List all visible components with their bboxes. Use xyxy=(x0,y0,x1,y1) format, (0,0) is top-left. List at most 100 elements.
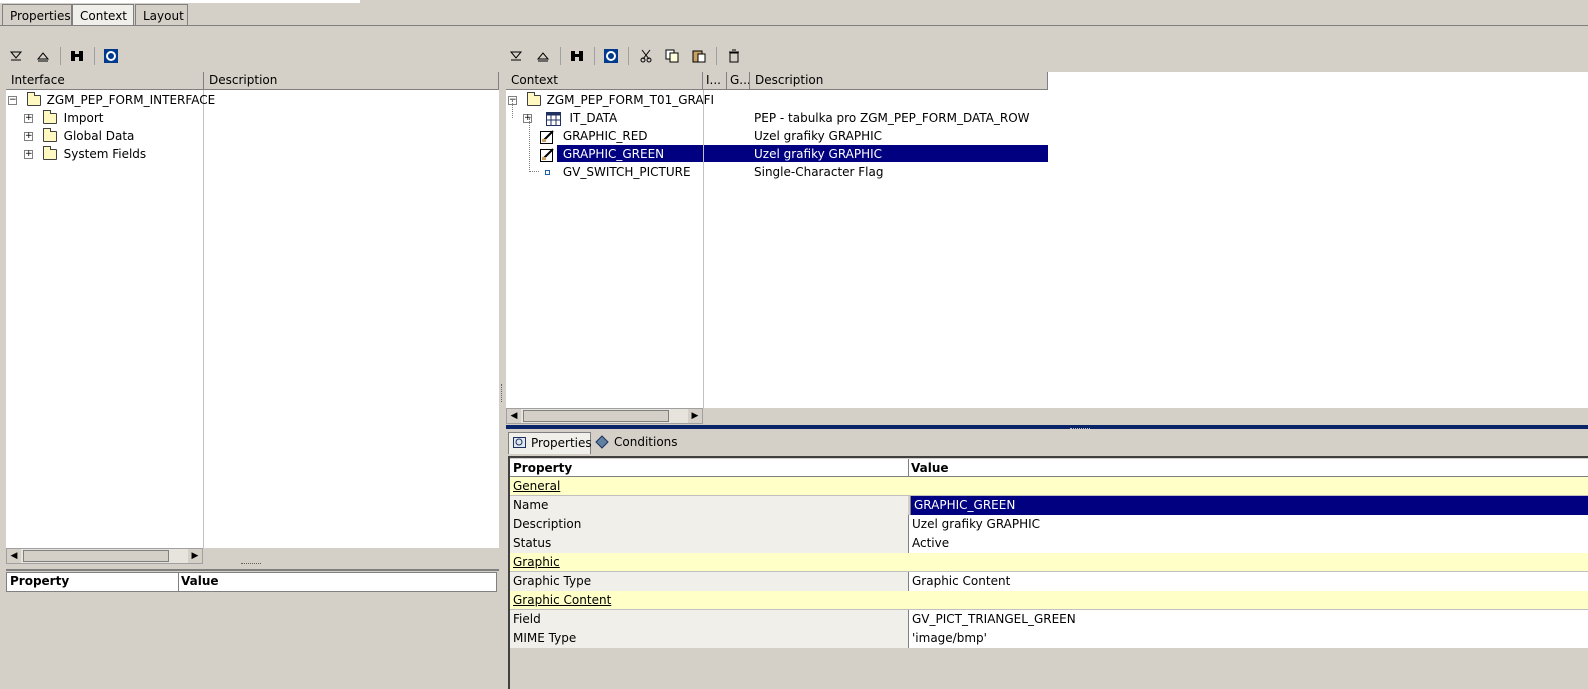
column-header-g[interactable]: G... xyxy=(727,72,750,90)
node-description: Single-Character Flag xyxy=(754,165,884,179)
column-header-property[interactable]: Property xyxy=(513,461,572,475)
context-node-gv-switch-picture[interactable]: GV_SWITCH_PICTURE xyxy=(540,163,691,181)
tab-properties[interactable]: Properties xyxy=(2,4,72,26)
paste-icon[interactable] xyxy=(689,46,709,66)
category-row-graphic-content[interactable]: Graphic Content xyxy=(510,591,1588,610)
property-value[interactable]: Active xyxy=(908,534,1588,553)
refresh-icon[interactable] xyxy=(601,46,621,66)
horizontal-scrollbar[interactable]: ◀ ▶ xyxy=(6,548,203,564)
scroll-right-icon[interactable]: ▶ xyxy=(188,549,202,563)
horizontal-splitter[interactable] xyxy=(506,425,1588,429)
scroll-thumb[interactable] xyxy=(23,550,169,562)
property-row-mime-type[interactable]: MIME Type 'image/bmp' xyxy=(510,629,1588,648)
tree-node-label: Import xyxy=(63,111,104,125)
column-header-context[interactable]: Context xyxy=(506,72,703,90)
toolbar-separator xyxy=(560,47,561,65)
column-header-description[interactable]: Description xyxy=(204,72,499,90)
find-icon[interactable] xyxy=(67,46,87,66)
scroll-left-icon[interactable]: ◀ xyxy=(507,409,521,423)
tree-line xyxy=(529,171,539,172)
graphic-icon xyxy=(540,129,554,144)
column-divider xyxy=(203,90,204,548)
column-divider xyxy=(908,459,909,477)
category-row-general[interactable]: General xyxy=(510,477,1588,496)
column-header-description[interactable]: Description xyxy=(750,72,1048,90)
delete-icon[interactable] xyxy=(724,46,744,66)
property-row-graphic-type[interactable]: Graphic Type Graphic Content xyxy=(510,572,1588,591)
property-row-status[interactable]: Status Active xyxy=(510,534,1588,553)
context-node-graphic-green[interactable]: GRAPHIC_GREEN xyxy=(540,145,664,163)
properties-icon xyxy=(513,437,526,448)
property-row-description[interactable]: Description Uzel grafiky GRAPHIC xyxy=(510,515,1588,534)
node-description: Uzel grafiky GRAPHIC xyxy=(754,147,883,161)
field-icon xyxy=(540,163,555,181)
horizontal-scrollbar[interactable]: ◀ ▶ xyxy=(506,408,703,424)
column-header-interface[interactable]: Interface xyxy=(6,72,204,90)
tree-node-system-fields[interactable]: + System Fields xyxy=(24,145,146,163)
collapse-all-icon[interactable] xyxy=(33,46,53,66)
tree-node-label: Global Data xyxy=(63,129,135,143)
top-strip xyxy=(0,0,360,3)
expand-node-icon[interactable]: + xyxy=(523,114,532,123)
scroll-right-icon[interactable]: ▶ xyxy=(688,409,702,423)
property-value[interactable]: GRAPHIC_GREEN xyxy=(910,496,1588,515)
property-value[interactable]: 'image/bmp' xyxy=(908,629,1588,648)
splitter-grip[interactable] xyxy=(241,563,261,566)
tab-context[interactable]: Context xyxy=(72,4,134,26)
tree-node-label: ZGM_PEP_FORM_T01_GRAFI xyxy=(546,93,715,107)
property-label: Graphic Type xyxy=(510,572,908,591)
splitter-grip[interactable] xyxy=(501,384,503,402)
tree-node-label: GRAPHIC_GREEN xyxy=(562,147,665,161)
scroll-left-icon[interactable]: ◀ xyxy=(7,549,21,563)
column-header-value[interactable]: Value xyxy=(911,459,949,477)
tab-label: Conditions xyxy=(614,435,678,449)
toolbar-separator xyxy=(594,47,595,65)
expand-node-icon[interactable]: + xyxy=(24,114,33,123)
column-header-property[interactable]: Property xyxy=(10,574,69,588)
vertical-splitter[interactable] xyxy=(499,72,506,689)
category-label: Graphic xyxy=(513,555,560,569)
category-row-graphic[interactable]: Graphic xyxy=(510,553,1588,572)
copy-icon[interactable] xyxy=(662,46,682,66)
toolbar-separator xyxy=(94,47,95,65)
pane-divider xyxy=(6,569,499,571)
column-header-value[interactable]: Value xyxy=(181,574,219,588)
refresh-icon[interactable] xyxy=(101,46,121,66)
column-divider xyxy=(703,90,704,408)
tree-node-import[interactable]: + Import xyxy=(24,109,103,127)
expand-all-icon[interactable] xyxy=(506,46,526,66)
tree-node-root[interactable]: − ZGM_PEP_FORM_INTERFACE xyxy=(8,91,215,109)
node-description: Uzel grafiky GRAPHIC xyxy=(754,129,883,143)
context-node-it-data[interactable]: + IT_DATA xyxy=(523,109,617,127)
folder-icon xyxy=(42,110,57,124)
tab-properties-bottom[interactable]: Properties xyxy=(508,432,592,454)
collapse-all-icon[interactable] xyxy=(533,46,553,66)
property-value[interactable]: Graphic Content xyxy=(908,572,1588,591)
column-header-i[interactable]: I... xyxy=(703,72,727,90)
property-row-field[interactable]: Field GV_PICT_TRIANGEL_GREEN xyxy=(510,610,1588,629)
tree-node-label: GV_SWITCH_PICTURE xyxy=(562,165,691,179)
folder-open-icon xyxy=(26,92,41,106)
toolbar-separator xyxy=(60,47,61,65)
context-node-graphic-red[interactable]: GRAPHIC_RED xyxy=(540,127,648,145)
property-value[interactable]: GV_PICT_TRIANGEL_GREEN xyxy=(908,610,1588,629)
tab-conditions-bottom[interactable]: Conditions xyxy=(592,432,678,454)
collapse-node-icon[interactable]: − xyxy=(8,96,17,105)
graphic-icon xyxy=(540,147,554,162)
property-row-name[interactable]: Name GRAPHIC_GREEN xyxy=(510,496,1588,515)
find-icon[interactable] xyxy=(567,46,587,66)
property-value[interactable]: Uzel grafiky GRAPHIC xyxy=(908,515,1588,534)
scroll-thumb[interactable] xyxy=(523,410,669,422)
expand-node-icon[interactable]: + xyxy=(24,132,33,141)
expand-all-icon[interactable] xyxy=(6,46,26,66)
folder-icon xyxy=(42,128,57,142)
tab-layout[interactable]: Layout xyxy=(135,4,188,26)
toolbar-separator xyxy=(716,47,717,65)
context-node-root[interactable]: − ZGM_PEP_FORM_T01_GRAFI xyxy=(508,91,714,109)
tree-node-global-data[interactable]: + Global Data xyxy=(24,127,134,145)
folder-open-icon xyxy=(526,92,541,106)
splitter-grip[interactable] xyxy=(1070,428,1090,431)
cut-icon[interactable] xyxy=(636,46,656,66)
expand-node-icon[interactable]: + xyxy=(24,150,33,159)
toolbar-separator xyxy=(628,47,629,65)
